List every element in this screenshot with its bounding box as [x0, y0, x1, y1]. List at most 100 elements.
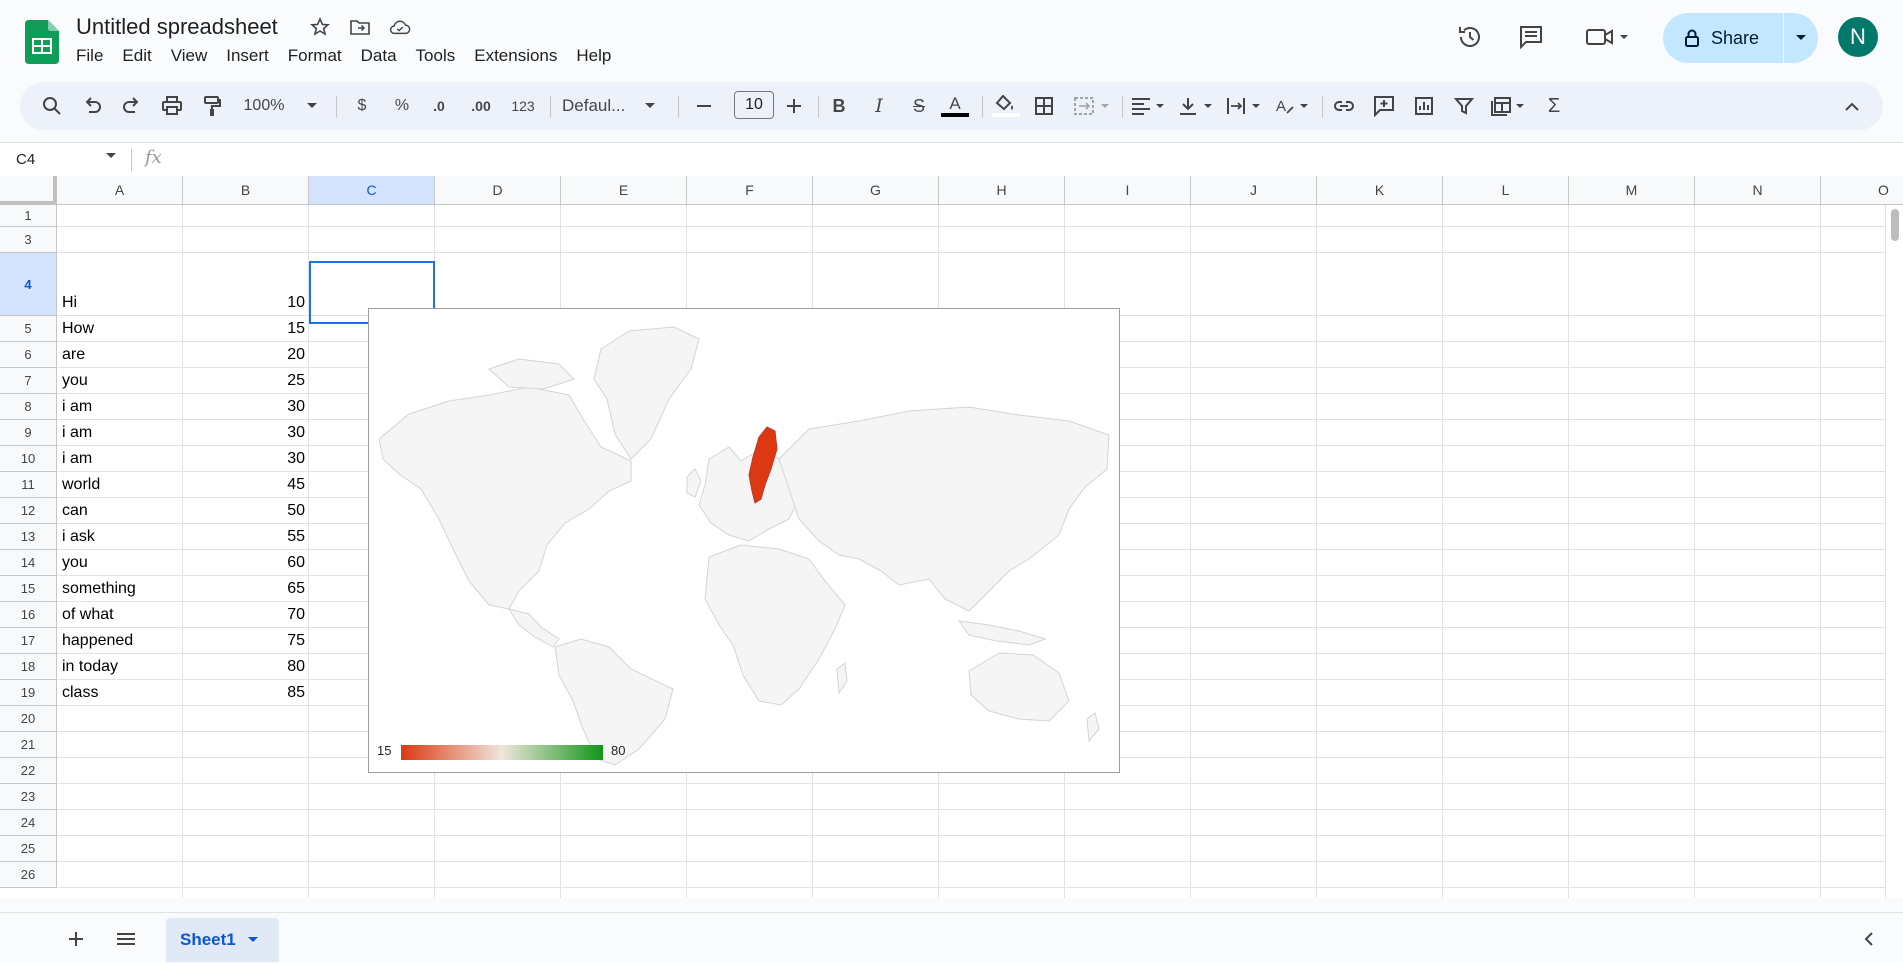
avatar[interactable]: N: [1838, 17, 1878, 57]
cell-a11[interactable]: world: [62, 476, 100, 494]
cell-a4[interactable]: Hi: [62, 294, 77, 312]
cell-a15[interactable]: something: [62, 580, 136, 598]
row-header-25[interactable]: 25: [0, 836, 57, 862]
sheets-logo-icon[interactable]: [25, 20, 59, 64]
column-header-o[interactable]: O: [1821, 176, 1903, 205]
increase-font-size-icon[interactable]: [780, 90, 808, 122]
all-sheets-icon[interactable]: [114, 927, 138, 951]
menu-file[interactable]: File: [76, 46, 113, 66]
menu-edit[interactable]: Edit: [122, 46, 161, 66]
row-header-22[interactable]: 22: [0, 758, 57, 784]
cell-b19[interactable]: 85: [183, 684, 305, 702]
cell-a7[interactable]: you: [62, 372, 88, 390]
cell-a5[interactable]: How: [62, 320, 94, 338]
text-rotation-icon[interactable]: A: [1272, 90, 1316, 122]
vertical-scrollbar[interactable]: [1885, 205, 1903, 898]
star-icon[interactable]: [309, 16, 331, 38]
functions-button[interactable]: Σ: [1540, 90, 1568, 122]
horizontal-align-icon[interactable]: [1128, 90, 1172, 122]
cell-b11[interactable]: 45: [183, 476, 305, 494]
vertical-align-icon[interactable]: [1176, 90, 1220, 122]
column-header-j[interactable]: J: [1191, 176, 1317, 205]
row-header-14[interactable]: 14: [0, 550, 57, 576]
text-wrapping-icon[interactable]: [1224, 90, 1268, 122]
row-header-19[interactable]: 19: [0, 680, 57, 706]
cell-a8[interactable]: i am: [62, 398, 92, 416]
insert-link-icon[interactable]: [1330, 90, 1358, 122]
merge-cells-icon[interactable]: [1070, 90, 1116, 122]
row-header-18[interactable]: 18: [0, 654, 57, 680]
menu-extensions[interactable]: Extensions: [474, 46, 567, 66]
cell-a12[interactable]: can: [62, 502, 88, 520]
comments-icon[interactable]: [1515, 21, 1547, 53]
cell-a16[interactable]: of what: [62, 606, 114, 624]
row-header-4[interactable]: 4: [0, 253, 57, 316]
row-header-15[interactable]: 15: [0, 576, 57, 602]
menu-insert[interactable]: Insert: [226, 46, 279, 66]
cell-b10[interactable]: 30: [183, 450, 305, 468]
row-header-16[interactable]: 16: [0, 602, 57, 628]
column-header-d[interactable]: D: [435, 176, 561, 205]
menu-format[interactable]: Format: [288, 46, 352, 66]
vertical-scrollbar-thumb[interactable]: [1891, 209, 1899, 241]
share-main[interactable]: Share: [1663, 13, 1783, 63]
column-header-a[interactable]: A: [57, 176, 183, 205]
cell-a13[interactable]: i ask: [62, 528, 95, 546]
cell-b18[interactable]: 80: [183, 658, 305, 676]
decrease-decimal-button[interactable]: .0: [424, 90, 454, 122]
cell-a17[interactable]: happened: [62, 632, 133, 650]
cell-b14[interactable]: 60: [183, 554, 305, 572]
row-header-12[interactable]: 12: [0, 498, 57, 524]
name-box-dropdown-icon[interactable]: [106, 153, 116, 159]
zoom-select[interactable]: 100%: [240, 90, 288, 122]
column-header-c[interactable]: C: [309, 176, 435, 205]
cell-a10[interactable]: i am: [62, 450, 92, 468]
row-header-24[interactable]: 24: [0, 810, 57, 836]
increase-decimal-button[interactable]: .00: [464, 90, 498, 122]
column-header-f[interactable]: F: [687, 176, 813, 205]
cell-b17[interactable]: 75: [183, 632, 305, 650]
number-format-button[interactable]: 123: [506, 90, 540, 122]
menu-view[interactable]: View: [171, 46, 218, 66]
cell-b8[interactable]: 30: [183, 398, 305, 416]
column-header-i[interactable]: I: [1065, 176, 1191, 205]
row-header-10[interactable]: 10: [0, 446, 57, 472]
row-header-21[interactable]: 21: [0, 732, 57, 758]
row-header-7[interactable]: 7: [0, 368, 57, 394]
row-header-9[interactable]: 9: [0, 420, 57, 446]
cell-a6[interactable]: are: [62, 346, 85, 364]
cell-b15[interactable]: 65: [183, 580, 305, 598]
share-dropdown-button[interactable]: [1784, 13, 1818, 63]
cell-b12[interactable]: 50: [183, 502, 305, 520]
collapse-menus-icon[interactable]: [1838, 90, 1866, 122]
row-header-1[interactable]: 1: [0, 205, 57, 227]
text-color-button[interactable]: A: [937, 90, 973, 122]
row-header-8[interactable]: 8: [0, 394, 57, 420]
column-header-g[interactable]: G: [813, 176, 939, 205]
cell-a9[interactable]: i am: [62, 424, 92, 442]
explore-collapse-icon[interactable]: [1857, 927, 1881, 951]
borders-icon[interactable]: [1030, 90, 1058, 122]
print-icon[interactable]: [158, 90, 186, 122]
formula-input[interactable]: [180, 148, 1880, 172]
column-header-m[interactable]: M: [1569, 176, 1695, 205]
menu-tools[interactable]: Tools: [416, 46, 466, 66]
table-view-icon[interactable]: [1488, 90, 1532, 122]
share-button[interactable]: Share: [1663, 13, 1818, 63]
cell-b5[interactable]: 15: [183, 320, 305, 338]
row-header-11[interactable]: 11: [0, 472, 57, 498]
geo-chart[interactable]: 15 80: [368, 308, 1120, 773]
name-box[interactable]: C4: [16, 151, 35, 168]
cell-b13[interactable]: 55: [183, 528, 305, 546]
insert-chart-icon[interactable]: [1410, 90, 1438, 122]
sheet-tab-dropdown-icon[interactable]: [247, 937, 258, 943]
font-dropdown-icon[interactable]: [640, 90, 660, 122]
cell-b6[interactable]: 20: [183, 346, 305, 364]
column-header-n[interactable]: N: [1695, 176, 1821, 205]
italic-button[interactable]: I: [865, 90, 893, 122]
row-header-13[interactable]: 13: [0, 524, 57, 550]
insert-comment-icon[interactable]: [1370, 90, 1398, 122]
column-header-b[interactable]: B: [183, 176, 309, 205]
add-sheet-icon[interactable]: [64, 927, 88, 951]
menu-help[interactable]: Help: [576, 46, 621, 66]
